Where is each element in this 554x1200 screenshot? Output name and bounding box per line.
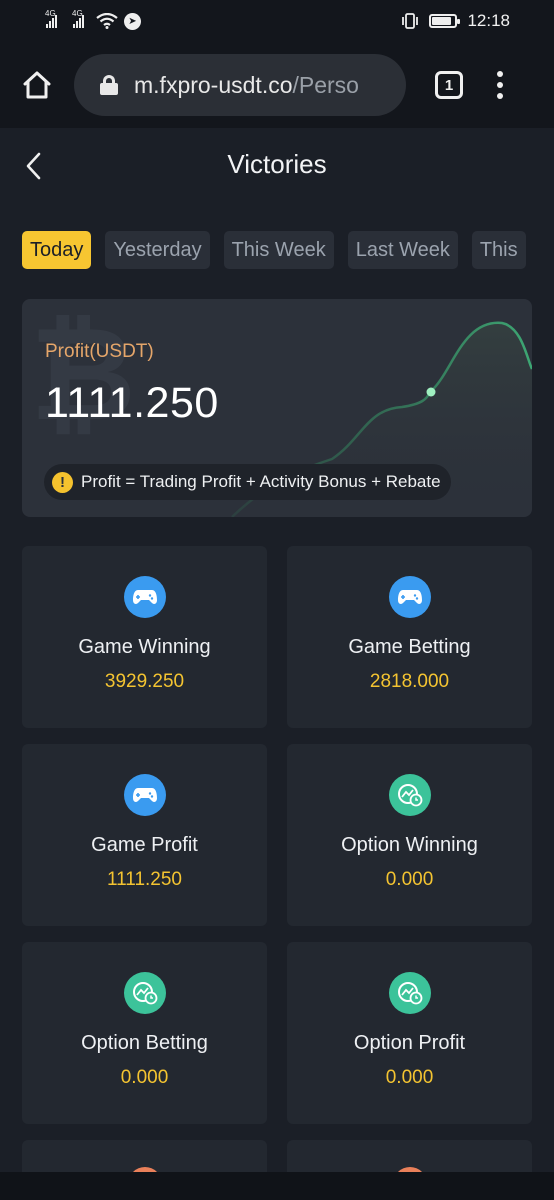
url-text: m.fxpro-usdt.co/Perso [134, 71, 359, 98]
home-icon [23, 71, 51, 99]
system-navigation-bar [0, 1172, 554, 1200]
tab-this-month[interactable]: This [471, 231, 526, 269]
status-left: 4G 4G ➤ [45, 9, 141, 30]
stat-value: 3929.250 [104, 671, 185, 692]
stat-label: Game Betting [348, 636, 471, 658]
stat-label: Option Betting [81, 1032, 208, 1054]
profit-note-text: Profit = Trading Profit + Activity Bonus… [81, 472, 441, 491]
chart-clock-icon [388, 774, 431, 816]
lock-icon [100, 75, 118, 95]
tab-today[interactable]: Today [22, 231, 92, 269]
chart-clock-icon [123, 972, 166, 1014]
stat-card-partial-left[interactable] [22, 1140, 267, 1174]
battery-icon [429, 14, 461, 28]
wifi-icon [96, 13, 118, 29]
stat-value: 0.000 [385, 1067, 434, 1088]
stat-value: 0.000 [120, 1067, 169, 1088]
location-arrow-icon: ➤ [124, 12, 141, 30]
tab-yesterday[interactable]: Yesterday [105, 231, 210, 269]
app-header: Victories [0, 128, 554, 204]
gamepad-icon [123, 774, 166, 816]
stat-value: 1111.250 [106, 869, 183, 890]
exclamation-icon: ! [52, 471, 73, 493]
stat-card-option-profit[interactable]: Option Profit 0.000 [287, 942, 532, 1124]
tab-last-week[interactable]: Last Week [347, 231, 458, 269]
stat-card-game-winning[interactable]: Game Winning 3929.250 [22, 546, 267, 728]
page-title: Victories [227, 149, 327, 179]
stat-value: 2818.000 [369, 671, 450, 692]
stats-grid: Game Winning 3929.250 Game Betting 2818.… [22, 546, 532, 1124]
stat-card-option-betting[interactable]: Option Betting 0.000 [22, 942, 267, 1124]
gamepad-icon [123, 576, 166, 618]
signal-2-icon: 4G [72, 9, 84, 28]
period-filter-tabs: Today Yesterday This Week Last Week This [22, 231, 554, 271]
profit-card: ₿ Profit(USDT) 1111.250 ! Profit = Tradi… [22, 299, 532, 517]
status-right: 12:18 [401, 11, 510, 31]
browser-toolbar: m.fxpro-usdt.co/Perso 1 [0, 42, 554, 128]
stat-label: Game Winning [78, 636, 211, 658]
stat-label: Game Profit [91, 834, 198, 856]
home-button[interactable] [20, 68, 54, 102]
overflow-menu-button[interactable] [497, 71, 503, 99]
chart-clock-icon [388, 972, 431, 1014]
gamepad-icon [388, 576, 431, 618]
profit-formula-note: ! Profit = Trading Profit + Activity Bon… [44, 464, 451, 500]
signal-1-icon: 4G [45, 9, 57, 28]
tab-switcher-button[interactable]: 1 [435, 71, 463, 99]
stat-label: Option Winning [341, 834, 478, 856]
address-bar[interactable]: m.fxpro-usdt.co/Perso [74, 54, 406, 116]
stat-card-game-profit[interactable]: Game Profit 1111.250 [22, 744, 267, 926]
clock: 12:18 [467, 11, 510, 30]
stat-label: Option Profit [353, 1032, 466, 1054]
profit-value: 1111.250 [45, 379, 219, 427]
stat-value: 0.000 [385, 869, 434, 890]
status-bar: 4G 4G ➤ 12:18 [0, 0, 554, 42]
stat-card-game-betting[interactable]: Game Betting 2818.000 [287, 546, 532, 728]
stat-card-partial-right[interactable] [287, 1140, 532, 1174]
stat-card-option-winning[interactable]: Option Winning 0.000 [287, 744, 532, 926]
tab-this-week[interactable]: This Week [223, 231, 334, 269]
vibrate-icon [402, 13, 419, 29]
profit-label: Profit(USDT) [45, 341, 154, 362]
